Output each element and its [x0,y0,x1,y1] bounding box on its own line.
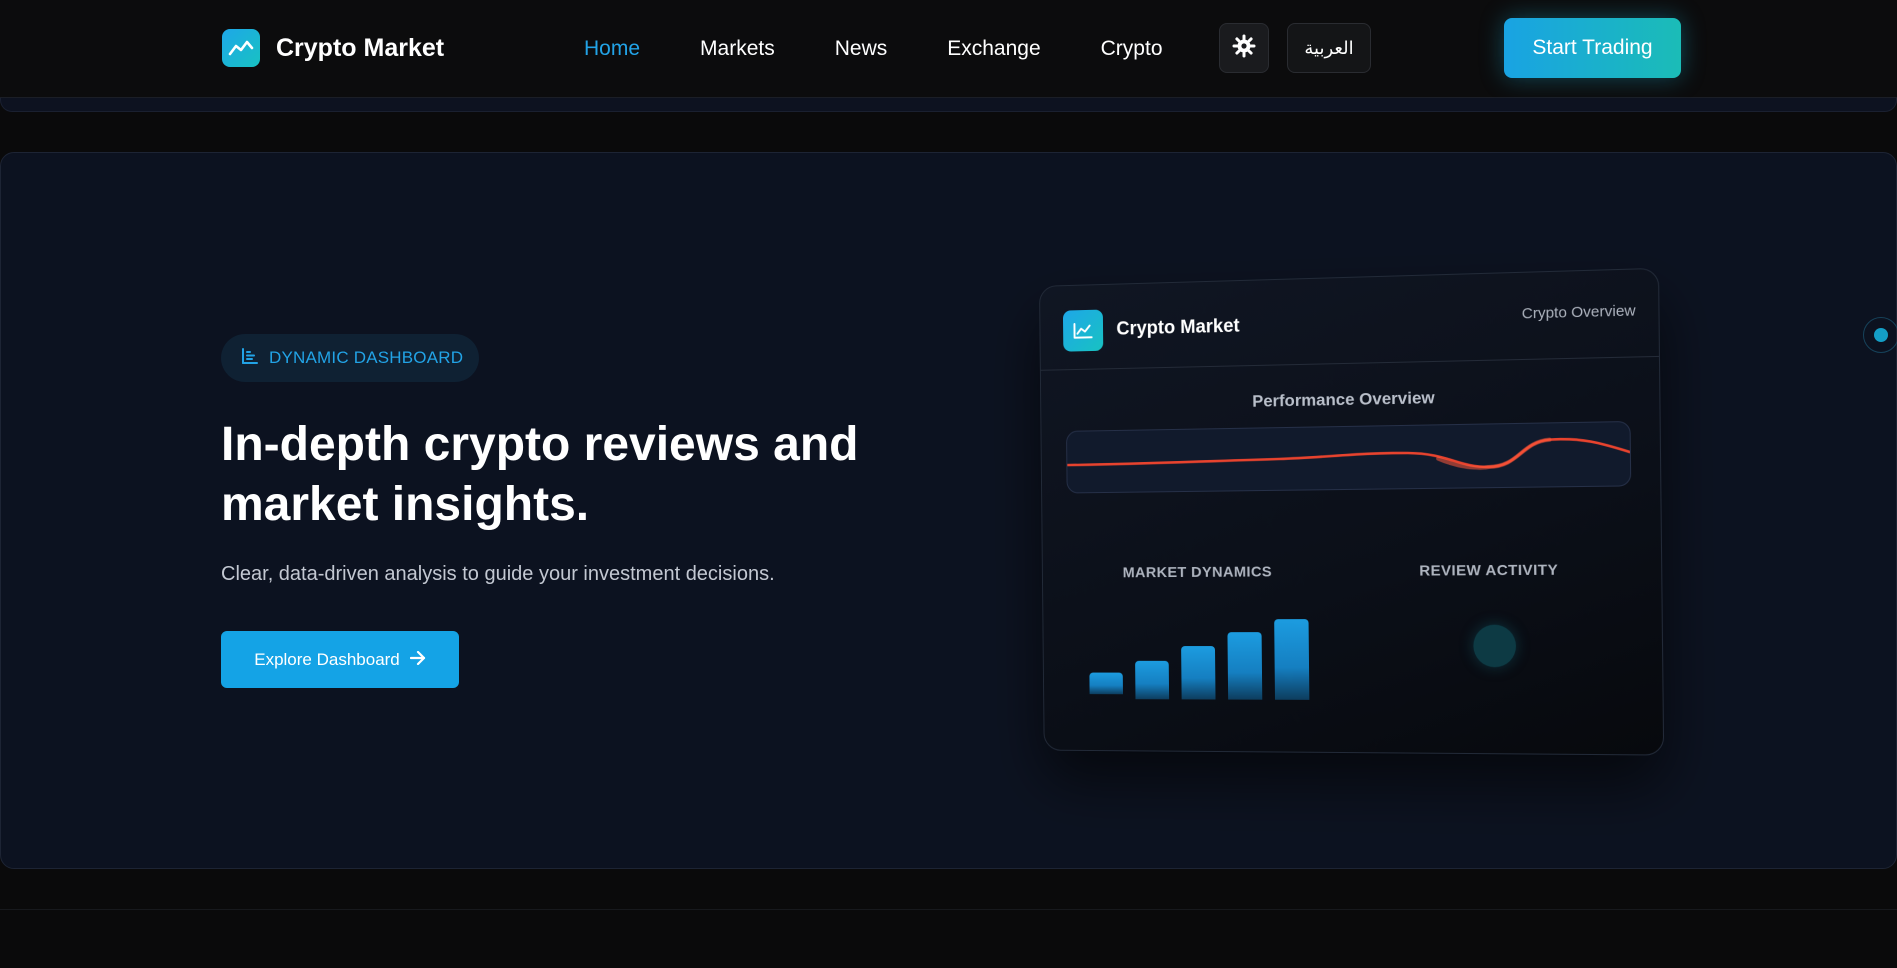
market-bar [1181,646,1216,700]
next-section [0,909,1897,968]
arrow-right-icon [409,650,426,670]
card-brand-name: Crypto Market [1116,315,1240,340]
hero-section: DYNAMIC DASHBOARD In-depth crypto review… [0,152,1897,869]
nav-markets[interactable]: Markets [700,37,775,61]
dashboard-badge: DYNAMIC DASHBOARD [221,334,479,382]
navbar: Crypto Market Home Markets News Exchange… [0,0,1897,98]
market-bar [1274,619,1310,700]
market-bar [1135,660,1170,700]
performance-title: Performance Overview [1252,388,1435,411]
nav-crypto[interactable]: Crypto [1101,37,1163,61]
brand-name: Crypto Market [276,33,445,62]
language-button[interactable]: العربية [1287,23,1371,73]
market-bar [1089,672,1123,695]
hero-title: In-depth crypto reviews and market insig… [221,418,859,531]
card-header: Crypto Market Crypto Overview [1039,268,1659,371]
main-nav: Home Markets News Exchange Crypto [584,34,1223,64]
explore-dashboard-button[interactable]: Explore Dashboard [221,631,459,688]
badge-label: DYNAMIC DASHBOARD [269,348,464,367]
nav-exchange[interactable]: Exchange [947,37,1040,61]
header-underlay [0,98,1897,112]
explore-label: Explore Dashboard [254,649,400,669]
start-trading-button[interactable]: Start Trading [1504,18,1681,78]
market-bar [1227,632,1263,700]
nav-news[interactable]: News [835,37,888,61]
brand[interactable]: Crypto Market [222,29,444,67]
gear-icon [1232,34,1256,63]
review-activity-indicator [1473,624,1517,668]
review-activity-title: REVIEW ACTIVITY [1419,561,1559,580]
performance-chart [1066,420,1632,494]
dashboard-preview-card: Crypto Market Crypto Overview Performanc… [1039,267,1665,756]
theme-toggle-button[interactable] [1219,23,1269,73]
line-chart-icon [1062,309,1104,352]
scroll-indicator[interactable] [1863,317,1897,353]
hero-subtitle: Clear, data-driven analysis to guide you… [221,563,775,585]
market-dynamics-title: MARKET DYNAMICS [1122,563,1273,582]
bar-chart-icon [241,347,259,370]
card-tag: Crypto Overview [1521,302,1636,323]
nav-home[interactable]: Home [584,37,640,61]
chart-trend-icon [222,29,260,67]
